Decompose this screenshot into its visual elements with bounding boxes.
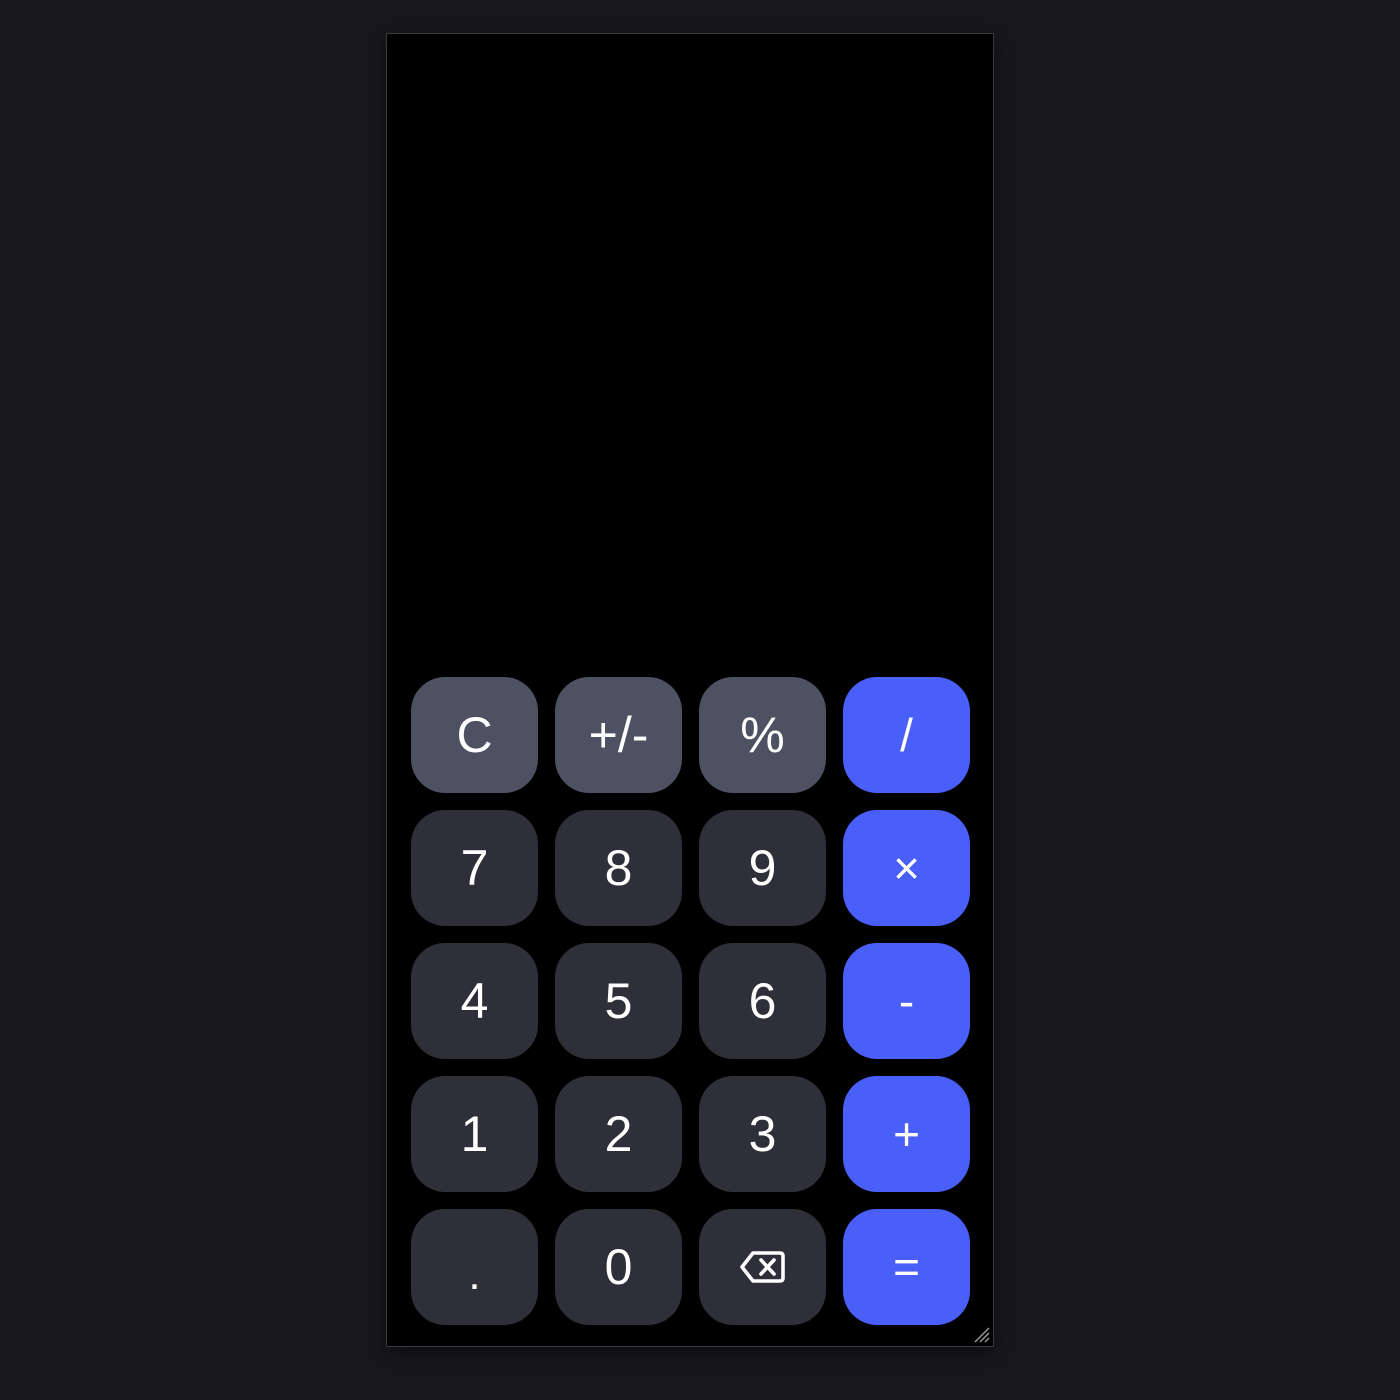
digit-5-button[interactable]: 5 bbox=[555, 943, 682, 1059]
divide-label: / bbox=[900, 709, 913, 761]
decimal-label: . bbox=[468, 1250, 481, 1299]
divide-button[interactable]: / bbox=[843, 677, 970, 793]
digit-4-label: 4 bbox=[460, 973, 489, 1029]
digit-8-button[interactable]: 8 bbox=[555, 810, 682, 926]
calculator-window: C +/- % / 7 8 9 × 4 5 6 - 1 2 3 + . 0 = bbox=[386, 33, 994, 1347]
percent-label: % bbox=[740, 707, 785, 763]
digit-0-button[interactable]: 0 bbox=[555, 1209, 682, 1325]
multiply-label: × bbox=[893, 842, 920, 894]
subtract-button[interactable]: - bbox=[843, 943, 970, 1059]
multiply-button[interactable]: × bbox=[843, 810, 970, 926]
percent-button[interactable]: % bbox=[699, 677, 826, 793]
decimal-button[interactable]: . bbox=[411, 1209, 538, 1325]
digit-7-button[interactable]: 7 bbox=[411, 810, 538, 926]
resize-grip-icon[interactable] bbox=[971, 1324, 991, 1344]
keypad: C +/- % / 7 8 9 × 4 5 6 - 1 2 3 + . 0 = bbox=[411, 677, 970, 1325]
equals-button[interactable]: = bbox=[843, 1209, 970, 1325]
digit-1-label: 1 bbox=[460, 1106, 489, 1162]
calculator-display bbox=[387, 34, 993, 674]
digit-2-button[interactable]: 2 bbox=[555, 1076, 682, 1192]
digit-9-label: 9 bbox=[748, 840, 777, 896]
digit-9-button[interactable]: 9 bbox=[699, 810, 826, 926]
sign-toggle-label: +/- bbox=[588, 707, 649, 763]
clear-button-label: C bbox=[456, 707, 493, 763]
digit-1-button[interactable]: 1 bbox=[411, 1076, 538, 1192]
digit-2-label: 2 bbox=[604, 1106, 633, 1162]
add-label: + bbox=[893, 1108, 920, 1160]
digit-8-label: 8 bbox=[604, 840, 633, 896]
digit-5-label: 5 bbox=[604, 973, 633, 1029]
backspace-icon bbox=[739, 1251, 785, 1283]
add-button[interactable]: + bbox=[843, 1076, 970, 1192]
digit-3-button[interactable]: 3 bbox=[699, 1076, 826, 1192]
clear-button[interactable]: C bbox=[411, 677, 538, 793]
digit-3-label: 3 bbox=[748, 1106, 777, 1162]
digit-6-button[interactable]: 6 bbox=[699, 943, 826, 1059]
digit-7-label: 7 bbox=[460, 840, 489, 896]
sign-toggle-button[interactable]: +/- bbox=[555, 677, 682, 793]
digit-0-label: 0 bbox=[604, 1239, 633, 1295]
digit-4-button[interactable]: 4 bbox=[411, 943, 538, 1059]
equals-label: = bbox=[893, 1241, 920, 1293]
subtract-label: - bbox=[898, 975, 915, 1027]
digit-6-label: 6 bbox=[748, 973, 777, 1029]
backspace-button[interactable] bbox=[699, 1209, 826, 1325]
